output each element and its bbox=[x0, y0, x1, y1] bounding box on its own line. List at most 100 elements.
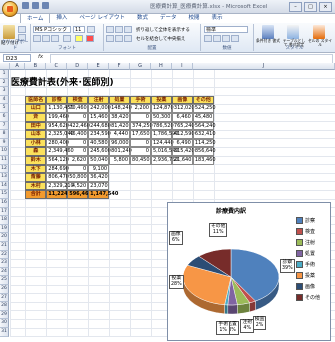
table-cell[interactable]: 6,460 bbox=[171, 113, 193, 122]
table-cell[interactable]: 315,420 bbox=[171, 147, 195, 156]
table-cell[interactable]: 280,400 bbox=[46, 138, 69, 148]
row-header-19[interactable]: 19 bbox=[0, 224, 9, 234]
table-cell[interactable]: 374,250 bbox=[130, 121, 153, 131]
column-header-b[interactable]: B bbox=[25, 63, 47, 70]
doctor-name-cell[interactable]: 斎藤 bbox=[25, 173, 47, 182]
doctor-name-cell[interactable]: 合計 bbox=[25, 190, 47, 199]
table-cell[interactable]: 284,690 bbox=[46, 164, 69, 174]
font-color-icon[interactable] bbox=[86, 35, 94, 42]
doctor-name-cell[interactable]: 山口 bbox=[25, 104, 47, 113]
conditional-format-icon[interactable] bbox=[262, 25, 274, 39]
row-header-29[interactable]: 29 bbox=[0, 310, 9, 320]
row-header-21[interactable]: 21 bbox=[0, 242, 9, 251]
table-cell[interactable]: 786,520 bbox=[150, 121, 174, 131]
increase-decimal-icon[interactable] bbox=[231, 35, 239, 42]
doctor-name-cell[interactable]: 森 bbox=[25, 147, 47, 156]
table-cell[interactable]: 2,349,460 bbox=[46, 147, 74, 156]
row-header-28[interactable]: 28 bbox=[0, 302, 9, 311]
table-cell[interactable]: 70,460 bbox=[67, 104, 89, 113]
table-cell[interactable]: 564,120 bbox=[46, 156, 69, 165]
grow-font-icon[interactable] bbox=[87, 26, 95, 33]
row-header-27[interactable]: 27 bbox=[0, 293, 9, 303]
doctor-name-cell[interactable]: 木村 bbox=[25, 181, 47, 191]
table-cell[interactable]: 124,870 bbox=[150, 104, 174, 113]
column-label[interactable]: 画像 bbox=[171, 95, 193, 105]
row-header-17[interactable]: 17 bbox=[0, 207, 9, 217]
table-cell[interactable]: 954,620 bbox=[46, 121, 69, 131]
currency-icon[interactable] bbox=[204, 35, 212, 42]
table-cell[interactable]: 81,420 bbox=[109, 121, 131, 131]
align-left-icon[interactable] bbox=[106, 35, 114, 42]
table-cell[interactable]: 21,640 bbox=[171, 156, 193, 165]
row-header-10[interactable]: 10 bbox=[0, 147, 9, 156]
column-header-f[interactable]: F bbox=[109, 63, 131, 70]
column-label[interactable]: 処置 bbox=[109, 95, 131, 105]
table-cell[interactable]: 0 bbox=[130, 113, 151, 122]
italic-icon[interactable] bbox=[42, 35, 50, 42]
table-cell[interactable]: 765,240 bbox=[171, 121, 195, 131]
table-cell[interactable]: 801,240 bbox=[109, 147, 132, 156]
row-header-13[interactable]: 13 bbox=[0, 173, 9, 182]
table-cell[interactable]: 1,786,590 bbox=[150, 130, 178, 139]
row-header-24[interactable]: 24 bbox=[0, 267, 9, 277]
column-label[interactable]: 検査 bbox=[67, 95, 89, 105]
table-format-icon[interactable] bbox=[287, 25, 299, 39]
cut-icon[interactable] bbox=[18, 26, 26, 33]
table-cell[interactable]: 0 bbox=[130, 147, 151, 156]
table-cell[interactable]: 245,600 bbox=[88, 147, 111, 156]
table-cell[interactable]: 50,040 bbox=[88, 156, 110, 165]
column-header-i[interactable]: I bbox=[171, 63, 193, 70]
save-icon[interactable] bbox=[22, 2, 29, 9]
close-button[interactable]: × bbox=[319, 2, 332, 12]
row-header-11[interactable]: 11 bbox=[0, 156, 9, 165]
percent-icon[interactable] bbox=[213, 35, 221, 42]
table-cell[interactable]: 45,480 bbox=[192, 113, 214, 122]
column-header-c[interactable]: C bbox=[46, 63, 68, 70]
tab-page-layout[interactable]: ページ レイアウト bbox=[73, 13, 131, 23]
column-label[interactable]: 診察 bbox=[46, 95, 68, 105]
table-cell[interactable]: 0 bbox=[67, 147, 89, 156]
table-cell[interactable]: 124,440 bbox=[150, 138, 174, 148]
column-label[interactable]: 医師名 bbox=[25, 95, 47, 105]
column-header-h[interactable]: H bbox=[150, 63, 172, 70]
comma-icon[interactable] bbox=[222, 35, 230, 42]
table-cell[interactable]: 46,400 bbox=[67, 130, 89, 139]
row-header-20[interactable]: 20 bbox=[0, 233, 9, 242]
table-cell[interactable]: 2,325,040 bbox=[46, 130, 74, 139]
table-cell[interactable]: 40,580 bbox=[88, 138, 110, 148]
table-cell[interactable]: 0 bbox=[67, 164, 89, 174]
table-cell[interactable]: 2,620 bbox=[67, 156, 89, 165]
table-cell[interactable]: 36,420 bbox=[88, 173, 110, 182]
row-header-22[interactable]: 22 bbox=[0, 250, 9, 260]
row-header-15[interactable]: 15 bbox=[0, 190, 9, 199]
table-cell[interactable]: 0 bbox=[67, 113, 89, 122]
table-cell[interactable]: 4,440 bbox=[109, 130, 131, 139]
table-cell[interactable]: 11,224,270 bbox=[46, 190, 80, 199]
doctor-name-cell[interactable]: 小林 bbox=[25, 138, 47, 148]
pie-chart[interactable]: 診療費内訳 診察 検査 注射 処置 手術 投薬 画像 その他 診察 39% 検査 2% 注射 4% 処置 3… bbox=[167, 202, 331, 341]
table-cell[interactable]: 183,460 bbox=[192, 156, 216, 165]
row-header-14[interactable]: 14 bbox=[0, 181, 9, 191]
row-header-25[interactable]: 25 bbox=[0, 276, 9, 285]
align-center-icon[interactable] bbox=[115, 35, 123, 42]
table-cell[interactable]: 199,460 bbox=[46, 113, 69, 122]
row-header-5[interactable]: 5 bbox=[0, 104, 9, 113]
number-format-select[interactable]: 標準 bbox=[204, 26, 248, 33]
table-cell[interactable]: 0 bbox=[130, 138, 151, 148]
table-cell[interactable]: 50,800 bbox=[67, 173, 89, 182]
row-header-26[interactable]: 26 bbox=[0, 285, 9, 294]
table-cell[interactable]: 23,070 bbox=[88, 181, 110, 191]
font-name-select[interactable]: MS Pゴシック bbox=[33, 26, 71, 33]
fx-icon[interactable]: fx bbox=[38, 54, 43, 60]
tab-insert[interactable]: 挿入 bbox=[50, 13, 73, 23]
office-button[interactable] bbox=[2, 1, 18, 17]
doctor-name-cell[interactable]: 鈴木 bbox=[25, 156, 47, 165]
table-cell[interactable]: 312,020 bbox=[171, 104, 195, 113]
table-cell[interactable]: 2,329,210 bbox=[46, 181, 74, 191]
row-header-9[interactable]: 9 bbox=[0, 138, 9, 148]
redo-icon[interactable] bbox=[42, 2, 49, 9]
tab-formulas[interactable]: 数式 bbox=[131, 13, 154, 23]
align-top-icon[interactable] bbox=[106, 26, 114, 33]
table-cell[interactable]: 148,240 bbox=[109, 104, 132, 113]
row-header-1[interactable]: 1 bbox=[0, 70, 9, 79]
